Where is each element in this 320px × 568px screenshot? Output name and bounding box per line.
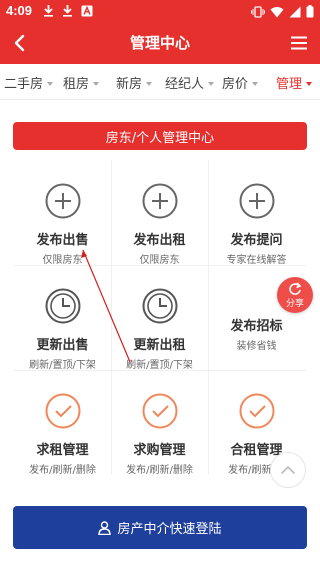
grid-item-title: 发布出售 [36, 233, 89, 248]
status-notifications [42, 3, 93, 18]
caret-down-icon [146, 81, 153, 86]
agent-quick-login-button[interactable]: 房产中介快速登陆 [13, 506, 307, 549]
landlord-center-banner[interactable]: 房东/个人管理中心 [13, 122, 307, 150]
scroll-top-button[interactable] [270, 452, 306, 488]
grid-item-title: 发布出租 [133, 233, 186, 248]
grid-item-subtitle: 刷新/置顶/下架 [126, 360, 193, 371]
share-label: 分享 [285, 298, 304, 309]
tab-guanli[interactable]: 管理 [276, 73, 313, 92]
title-bar: 管理中心 [0, 22, 320, 64]
tab-label: 租房 [63, 77, 90, 92]
management-content: 房东/个人管理中心 发布出售 仅限房东 发布出租 仅限房东 发布提问 专家在线解… [0, 101, 320, 568]
share-button[interactable]: 分享 [277, 277, 313, 313]
publish-question-item[interactable]: 发布提问 专家在线解答 [208, 160, 305, 266]
tab-zufang[interactable]: 租房 [63, 73, 100, 92]
grid-item-subtitle: 装修省钱 [236, 341, 277, 352]
hamburger-menu-icon [291, 36, 307, 50]
tab-ershoufang[interactable]: 二手房 [4, 73, 54, 92]
tab-label: 新房 [116, 77, 143, 92]
tab-label: 房价 [222, 77, 249, 92]
plus-circle-icon [239, 183, 274, 219]
update-sale-item[interactable]: 更新出售 刷新/置顶/下架 [14, 265, 111, 371]
tab-label: 二手房 [4, 77, 44, 92]
status-bar: 4:09 [0, 0, 320, 22]
grid-item-title: 求购管理 [133, 443, 186, 458]
grid-item-subtitle: 专家在线解答 [226, 255, 287, 266]
update-rent-item[interactable]: 更新出租 刷新/置顶/下架 [111, 265, 208, 371]
grid-item-subtitle: 刷新/置顶/下架 [29, 360, 96, 371]
a-notification-icon [80, 3, 93, 18]
caret-down-icon [208, 81, 215, 86]
chevron-up-icon [280, 465, 296, 475]
grid-item-title: 更新出租 [133, 338, 186, 353]
signal-icon [289, 3, 301, 22]
grid-item-title: 求租管理 [36, 443, 89, 458]
plus-circle-icon [142, 183, 177, 219]
grid-item-title: 发布提问 [230, 233, 283, 248]
clock-icon [142, 288, 177, 324]
download-icon [42, 3, 55, 18]
download-icon [61, 3, 74, 18]
tab-label: 管理 [276, 77, 303, 92]
caret-down-icon [306, 81, 313, 86]
publish-rent-item[interactable]: 发布出租 仅限房东 [111, 160, 208, 266]
battery-icon [306, 3, 314, 22]
grid-item-subtitle: 仅限房东 [42, 255, 83, 266]
grid-item-subtitle: 发布/刷新/删除 [29, 465, 96, 476]
clock-icon [45, 288, 80, 324]
tab-label: 经纪人 [165, 77, 205, 92]
caret-down-icon [252, 81, 259, 86]
caret-down-icon [47, 81, 54, 86]
user-icon [98, 520, 112, 535]
plus-circle-icon [45, 183, 80, 219]
grid-item-title: 发布招标 [230, 319, 283, 334]
page-title: 管理中心 [129, 34, 190, 52]
rent-request-item[interactable]: 求租管理 发布/刷新/删除 [14, 370, 111, 476]
tab-xinfang[interactable]: 新房 [116, 73, 153, 92]
wifi-icon [270, 3, 284, 22]
status-time: 4:09 [6, 3, 33, 18]
grid-item-subtitle: 发布/刷新/删除 [126, 465, 193, 476]
check-circle-icon [239, 393, 274, 429]
grid-item-title: 更新出售 [36, 338, 89, 353]
publish-sale-item[interactable]: 发布出售 仅限房东 [14, 160, 111, 266]
menu-button[interactable] [286, 30, 312, 56]
check-circle-icon [142, 393, 177, 429]
buy-request-item[interactable]: 求购管理 发布/刷新/删除 [111, 370, 208, 476]
category-tabs: 二手房 租房 新房 经纪人 房价 管理 [0, 64, 320, 100]
share-refresh-icon [289, 281, 302, 295]
login-button-label: 房产中介快速登陆 [117, 522, 222, 537]
status-system-icons [251, 3, 314, 22]
tab-fangjia[interactable]: 房价 [222, 73, 259, 92]
tab-jingjiren[interactable]: 经纪人 [165, 73, 215, 92]
caret-down-icon [93, 81, 100, 86]
check-circle-icon [45, 393, 80, 429]
grid-item-subtitle: 仅限房东 [139, 255, 180, 266]
vibrate-icon [251, 3, 265, 22]
